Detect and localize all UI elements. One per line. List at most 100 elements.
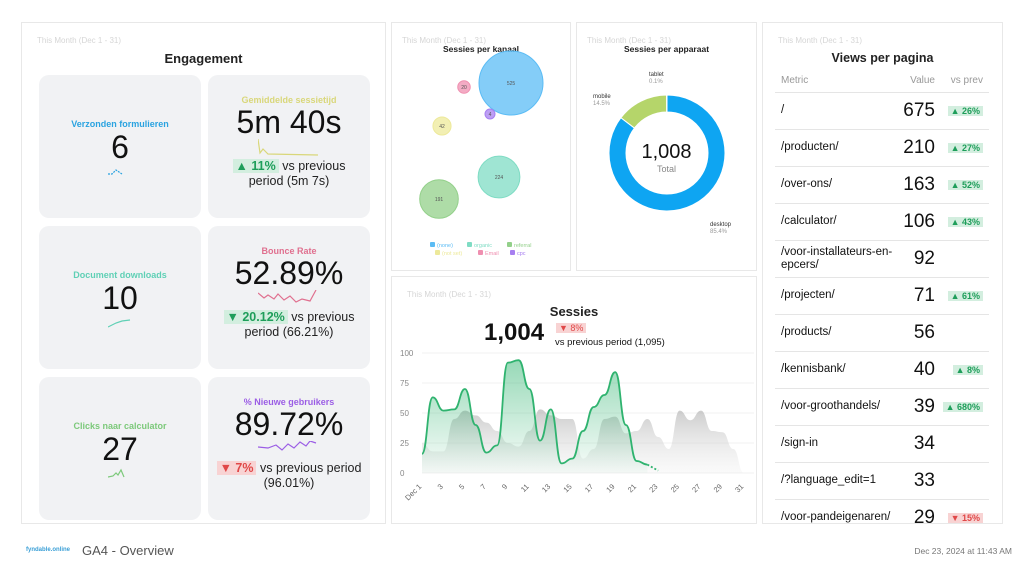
table-row[interactable]: /voor-groothandels/39 ▲ 680%	[775, 388, 989, 426]
kpi-value: 52.89%	[234, 255, 344, 291]
bubble-label: 20	[461, 85, 467, 91]
page-views: 106	[895, 203, 935, 241]
change-badge: ▲ 43%	[947, 216, 983, 227]
views-table: Metric Value vs prev /675 ▲ 26% /producten…	[775, 69, 989, 523]
kpi-value: 10	[102, 280, 138, 316]
bubble-organic[interactable]: 224	[477, 155, 521, 199]
legend-item[interactable]: (not set)	[435, 250, 462, 257]
slice-value-label: 14.5%	[593, 101, 611, 107]
sparkline	[258, 290, 317, 303]
x-tick-label: 9	[500, 482, 509, 491]
kpi-value: 6	[111, 129, 129, 165]
period-label: This Month (Dec 1 - 31)	[778, 36, 863, 45]
x-tick-label: 3	[436, 482, 445, 491]
kpi-label: Document downloads	[73, 270, 167, 280]
kpi-value: 89.72%	[234, 406, 344, 442]
table-row[interactable]: /over-ons/163 ▲ 52%	[775, 166, 989, 204]
x-tick-label: 19	[604, 482, 616, 494]
slice-name-label: desktop	[710, 222, 732, 228]
table-row[interactable]: /?language_edit=1 33	[775, 462, 989, 500]
page-path: /voor-groothandels/	[775, 388, 895, 426]
legend-item[interactable]: cpc	[510, 250, 526, 257]
legend-item[interactable]: organic	[467, 242, 492, 249]
panel-title: Views per pagina	[831, 51, 934, 65]
page-views: 163	[895, 166, 935, 204]
kpi-label: Verzonden formulieren	[71, 119, 169, 129]
change-badge: ▲ 680%	[942, 401, 983, 412]
bubble-label: 42	[439, 124, 445, 130]
x-tick-label: 29	[712, 482, 724, 494]
table-row[interactable]: /sign-in 34	[775, 425, 989, 463]
x-tick-label: 25	[669, 482, 681, 494]
column-header-vs-prev[interactable]: vs prev	[935, 69, 989, 93]
column-header-metric[interactable]: Metric	[775, 69, 895, 93]
kpi-card: Clicks naar calculator 27	[39, 377, 201, 520]
page-views: 210	[895, 129, 935, 167]
slice-value-label: 0.1%	[649, 79, 663, 85]
report-title: GA4 - Overview	[82, 543, 174, 558]
table-row[interactable]: /voor-pandeigenaren/29 ▼ 15%	[775, 499, 989, 523]
kpi-card: Bounce Rate 52.89% ▼ 20.12% vs previous …	[208, 226, 370, 369]
bubble-referral[interactable]: 191	[419, 179, 459, 219]
legend-item[interactable]: referral	[507, 242, 531, 249]
page-views: 33	[895, 462, 935, 500]
x-tick-label: 13	[540, 482, 552, 494]
column-header-value[interactable]: Value	[895, 69, 935, 93]
bubble-cpc[interactable]: 4	[484, 108, 496, 120]
page-path: /	[775, 92, 895, 130]
legend-item[interactable]: Email	[478, 250, 499, 257]
sessions-panel: This Month (Dec 1 - 31) Sessies 1,004 ▼ …	[391, 276, 757, 524]
sessions-per-device-panel: This Month (Dec 1 - 31) Sessies per appa…	[576, 22, 757, 271]
donut-total-label: Total	[656, 164, 676, 174]
engagement-panel: This Month (Dec 1 - 31) Engagement Verzo…	[21, 22, 386, 524]
sessions-area-chart: 0 25 50 75 100 Dec 1 3 5 7 9 11 13 15 17 19 21 23 25 27 29 3…	[400, 349, 754, 502]
change-badge: ▼ 7%	[216, 461, 257, 475]
views-per-page-panel: This Month (Dec 1 - 31) Views per pagina…	[762, 22, 1003, 524]
change-badge: ▲ 52%	[947, 179, 983, 190]
table-row[interactable]: /675 ▲ 26%	[775, 92, 989, 130]
change-badge: ▲ 27%	[947, 142, 983, 153]
x-tick-label: 23	[647, 482, 659, 494]
slice-mobile[interactable]	[620, 94, 668, 129]
page-views: 34	[895, 425, 935, 463]
table-row[interactable]: /producten/210 ▲ 27%	[775, 129, 989, 167]
bubble-Email[interactable]: 20	[457, 80, 471, 94]
table-row[interactable]: /kennisbank/40 ▲ 8%	[775, 351, 989, 389]
page-path: /producten/	[775, 129, 895, 167]
compare-text: vs previous period (96.01%)	[259, 461, 362, 490]
x-tick-label: Dec 1	[403, 482, 423, 502]
bubble-none[interactable]: 525	[478, 50, 544, 116]
change-badge: ▼ 20.12%	[223, 310, 288, 324]
slice-name-label: tablet	[649, 72, 664, 78]
sparkline	[258, 441, 317, 451]
bubble-label: 191	[435, 197, 444, 203]
sessions-per-channel-panel: This Month (Dec 1 - 31) Sessies per kana…	[391, 22, 571, 271]
bubble-notset[interactable]: 42	[432, 116, 452, 136]
table-row[interactable]: /voor-installateurs-en-epcers/92	[775, 240, 989, 278]
legend-item[interactable]: (none)	[430, 242, 453, 249]
slice-name-label: mobile	[593, 94, 611, 100]
table-row[interactable]: /projecten/71 ▲ 61%	[775, 277, 989, 315]
change-badge: ▲ 61%	[947, 290, 983, 301]
change-badge: ▲ 26%	[947, 105, 983, 116]
table-row[interactable]: /calculator/106 ▲ 43%	[775, 203, 989, 241]
kpi-card: Document downloads 10	[39, 226, 201, 369]
page-path: /?language_edit=1	[775, 462, 895, 500]
page-views: 56	[895, 314, 935, 352]
sparkline	[108, 169, 123, 175]
sparkline	[108, 319, 131, 328]
bubble-label: 4	[489, 112, 492, 118]
change-badge: ▲ 8%	[952, 364, 983, 375]
timestamp: Dec 23, 2024 at 11:43 AM	[914, 546, 1012, 556]
page-path: /calculator/	[775, 203, 895, 241]
y-tick-label: 100	[400, 349, 414, 358]
page-path: /voor-pandeigenaren/	[775, 499, 895, 523]
table-row[interactable]: /products/56	[775, 314, 989, 352]
slice-value-label: 85.4%	[710, 229, 728, 235]
svg-text:(none): (none)	[437, 243, 453, 249]
page-views: 39	[895, 388, 935, 426]
page-path: /over-ons/	[775, 166, 895, 204]
period-label: This Month (Dec 1 - 31)	[37, 36, 122, 45]
panel-title: Engagement	[164, 51, 243, 66]
x-tick-label: 27	[690, 482, 702, 494]
